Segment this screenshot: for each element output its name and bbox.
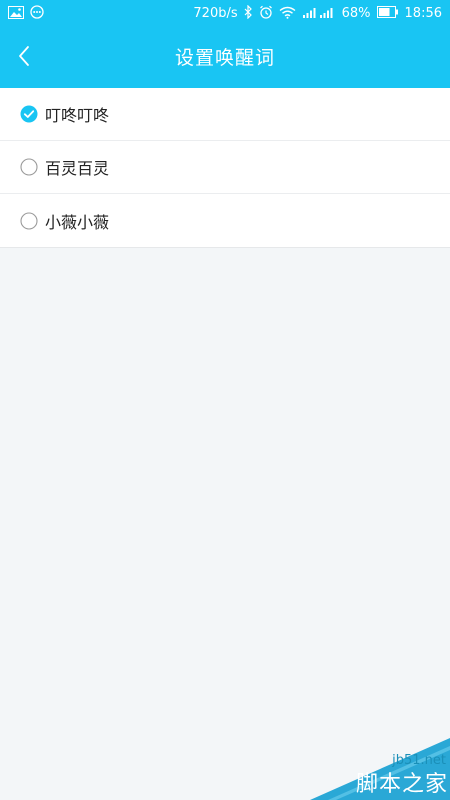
more-icon — [30, 5, 44, 23]
page-title: 设置唤醒词 — [174, 47, 275, 69]
wake-word-options: 叮咚叮咚 百灵百灵 小薇小薇 — [0, 88, 450, 248]
radio-checked-icon[interactable] — [20, 105, 38, 123]
option-row-3[interactable]: 小薇小薇 — [0, 194, 450, 247]
option-label: 小薇小薇 — [45, 212, 110, 232]
option-label: 百灵百灵 — [45, 159, 110, 178]
option-row-1[interactable]: 叮咚叮咚 — [0, 88, 450, 141]
status-left — [8, 5, 44, 23]
clock: 18:56 — [404, 6, 442, 21]
status-right: 720b/s 68% 18:56 — [193, 0, 442, 28]
battery-icon — [376, 6, 399, 22]
watermark-name: 脚本之家 — [355, 772, 448, 797]
bluetooth-icon — [244, 4, 253, 23]
battery-percent: 68% — [341, 6, 371, 21]
net-speed: 720b/s — [193, 6, 238, 21]
option-label: 叮咚叮咚 — [45, 106, 110, 125]
signal-icon — [302, 6, 336, 23]
radio-unchecked-icon[interactable] — [20, 211, 38, 230]
watermark: jb51.net 脚本之家 — [310, 728, 450, 800]
status-bar: 720b/s 68% 18:56 — [0, 0, 450, 28]
radio-unchecked-icon[interactable] — [20, 158, 38, 176]
image-icon — [8, 5, 24, 23]
option-row-2[interactable]: 百灵百灵 — [0, 141, 450, 194]
app-bar: 设置唤醒词 — [0, 28, 450, 88]
wifi-icon — [279, 6, 296, 23]
alarm-icon — [259, 5, 273, 23]
